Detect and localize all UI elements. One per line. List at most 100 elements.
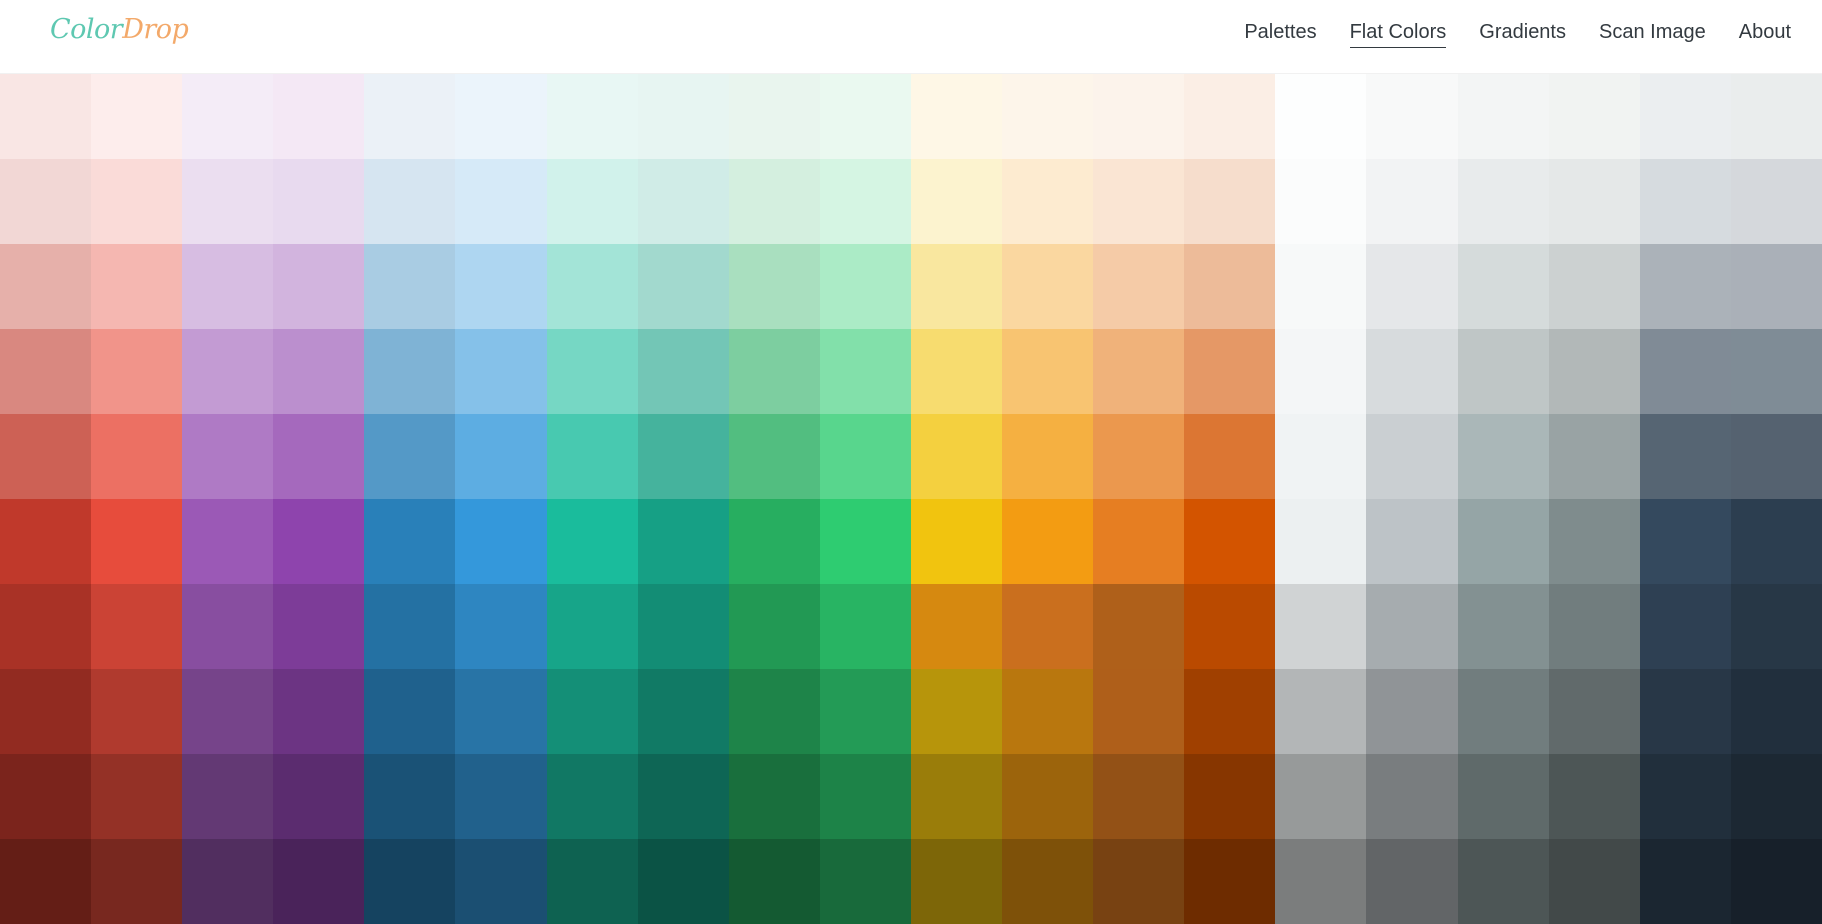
color-swatch[interactable] <box>1184 414 1276 499</box>
color-swatch[interactable] <box>1457 669 1549 754</box>
color-swatch[interactable] <box>1639 414 1731 499</box>
color-swatch[interactable] <box>1548 329 1640 414</box>
color-swatch[interactable] <box>1457 329 1549 414</box>
color-swatch[interactable] <box>91 754 183 839</box>
color-swatch[interactable] <box>0 839 92 924</box>
nav-scan-image[interactable]: Scan Image <box>1599 20 1706 48</box>
color-swatch[interactable] <box>1639 584 1731 669</box>
color-swatch[interactable] <box>546 329 638 414</box>
nav-palettes[interactable]: Palettes <box>1244 20 1316 48</box>
color-swatch[interactable] <box>1275 74 1367 159</box>
color-swatch[interactable] <box>819 839 911 924</box>
color-swatch[interactable] <box>910 74 1003 159</box>
color-swatch[interactable] <box>273 159 365 244</box>
color-swatch[interactable] <box>819 669 911 754</box>
color-swatch[interactable] <box>728 669 820 754</box>
color-swatch[interactable] <box>728 159 820 244</box>
color-swatch[interactable] <box>1639 74 1731 159</box>
color-swatch[interactable] <box>455 414 547 499</box>
color-swatch[interactable] <box>1002 414 1094 499</box>
color-swatch[interactable] <box>0 74 92 159</box>
color-swatch[interactable] <box>546 499 638 584</box>
color-swatch[interactable] <box>1184 159 1276 244</box>
color-swatch[interactable] <box>273 499 365 584</box>
color-swatch[interactable] <box>1548 499 1640 584</box>
color-swatch[interactable] <box>910 669 1003 754</box>
color-swatch[interactable] <box>0 584 92 669</box>
color-swatch[interactable] <box>819 244 911 329</box>
color-swatch[interactable] <box>1275 414 1367 499</box>
color-swatch[interactable] <box>1366 74 1458 159</box>
color-swatch[interactable] <box>273 754 365 839</box>
color-swatch[interactable] <box>1184 839 1276 924</box>
color-swatch[interactable] <box>910 159 1003 244</box>
color-swatch[interactable] <box>728 329 820 414</box>
color-swatch[interactable] <box>637 414 729 499</box>
color-swatch[interactable] <box>546 414 638 499</box>
color-swatch[interactable] <box>546 584 638 669</box>
color-swatch[interactable] <box>364 159 456 244</box>
color-swatch[interactable] <box>1093 839 1185 924</box>
color-swatch[interactable] <box>1457 584 1549 669</box>
color-swatch[interactable] <box>1730 839 1822 924</box>
color-swatch[interactable] <box>1730 329 1822 414</box>
color-swatch[interactable] <box>0 754 92 839</box>
color-swatch[interactable] <box>364 754 456 839</box>
color-swatch[interactable] <box>819 329 911 414</box>
color-swatch[interactable] <box>455 754 547 839</box>
color-swatch[interactable] <box>1730 414 1822 499</box>
color-swatch[interactable] <box>1002 159 1094 244</box>
color-swatch[interactable] <box>0 244 92 329</box>
color-swatch[interactable] <box>1366 159 1458 244</box>
color-swatch[interactable] <box>364 74 456 159</box>
color-swatch[interactable] <box>1093 159 1185 244</box>
color-swatch[interactable] <box>637 499 729 584</box>
color-swatch[interactable] <box>273 414 365 499</box>
color-swatch[interactable] <box>1184 329 1276 414</box>
color-swatch[interactable] <box>728 499 820 584</box>
color-swatch[interactable] <box>91 499 183 584</box>
color-swatch[interactable] <box>0 669 92 754</box>
color-swatch[interactable] <box>728 754 820 839</box>
color-swatch[interactable] <box>1275 329 1367 414</box>
color-swatch[interactable] <box>91 839 183 924</box>
color-swatch[interactable] <box>1093 74 1185 159</box>
color-swatch[interactable] <box>1093 499 1185 584</box>
color-swatch[interactable] <box>728 244 820 329</box>
color-swatch[interactable] <box>819 584 911 669</box>
color-swatch[interactable] <box>637 244 729 329</box>
color-swatch[interactable] <box>455 74 547 159</box>
color-swatch[interactable] <box>455 159 547 244</box>
color-swatch[interactable] <box>1548 754 1640 839</box>
color-swatch[interactable] <box>1548 839 1640 924</box>
color-swatch[interactable] <box>1184 669 1276 754</box>
color-swatch[interactable] <box>1639 329 1731 414</box>
color-swatch[interactable] <box>1366 669 1458 754</box>
color-swatch[interactable] <box>637 669 729 754</box>
color-swatch[interactable] <box>819 754 911 839</box>
color-swatch[interactable] <box>1548 244 1640 329</box>
color-swatch[interactable] <box>455 329 547 414</box>
color-swatch[interactable] <box>1457 244 1549 329</box>
color-swatch[interactable] <box>1639 839 1731 924</box>
color-swatch[interactable] <box>910 584 1003 669</box>
color-swatch[interactable] <box>910 499 1003 584</box>
color-swatch[interactable] <box>1457 499 1549 584</box>
color-swatch[interactable] <box>637 584 729 669</box>
color-swatch[interactable] <box>91 244 183 329</box>
color-swatch[interactable] <box>273 669 365 754</box>
color-swatch[interactable] <box>1548 669 1640 754</box>
color-swatch[interactable] <box>91 329 183 414</box>
color-swatch[interactable] <box>182 414 274 499</box>
color-swatch[interactable] <box>637 159 729 244</box>
color-swatch[interactable] <box>819 499 911 584</box>
color-swatch[interactable] <box>728 74 820 159</box>
color-swatch[interactable] <box>1366 499 1458 584</box>
color-swatch[interactable] <box>91 74 183 159</box>
color-swatch[interactable] <box>273 244 365 329</box>
color-swatch[interactable] <box>1184 499 1276 584</box>
color-swatch[interactable] <box>0 329 92 414</box>
color-swatch[interactable] <box>182 754 274 839</box>
color-swatch[interactable] <box>364 584 456 669</box>
color-swatch[interactable] <box>1275 584 1367 669</box>
